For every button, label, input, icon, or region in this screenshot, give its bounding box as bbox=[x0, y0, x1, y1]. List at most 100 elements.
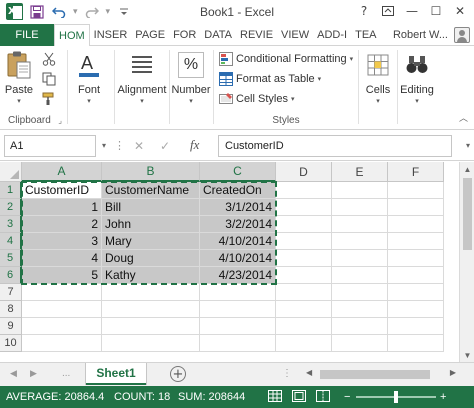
cell-c5[interactable]: 4/10/2014 bbox=[200, 250, 276, 267]
cell-d5[interactable] bbox=[276, 250, 332, 267]
cell-d9[interactable] bbox=[276, 318, 332, 335]
customize-icon[interactable] bbox=[116, 4, 132, 20]
cell-a1[interactable]: CustomerID bbox=[22, 182, 102, 199]
tab-inser[interactable]: INSER bbox=[90, 24, 132, 46]
clipboard-launcher-icon[interactable]: ⌟ bbox=[58, 116, 62, 125]
conditional-formatting-button[interactable]: Conditional Formatting ▾ bbox=[219, 52, 353, 66]
zoom-slider[interactable] bbox=[356, 391, 436, 403]
avatar[interactable] bbox=[454, 27, 470, 43]
cell-f9[interactable] bbox=[388, 318, 444, 335]
font-button[interactable]: A Font ▾ bbox=[74, 50, 104, 105]
cell-e3[interactable] bbox=[332, 216, 388, 233]
tab-tea[interactable]: TEA bbox=[351, 24, 380, 46]
tab-page[interactable]: PAGE bbox=[131, 24, 169, 46]
cell-a4[interactable]: 3 bbox=[22, 233, 102, 250]
horizontal-scrollbar[interactable]: ◀ ▶ bbox=[294, 368, 456, 380]
scroll-left-icon[interactable]: ◀ bbox=[306, 368, 312, 377]
cell-styles-button[interactable]: Cell Styles ▾ bbox=[219, 92, 294, 106]
cell-d6[interactable] bbox=[276, 267, 332, 284]
page-layout-view-icon[interactable] bbox=[292, 390, 306, 405]
redo-icon[interactable] bbox=[84, 4, 100, 20]
cell-c6[interactable]: 4/23/2014 bbox=[200, 267, 276, 284]
undo-dropdown-icon[interactable]: ▾ bbox=[73, 6, 78, 17]
row-header-2[interactable]: 2 bbox=[0, 199, 22, 216]
formula-bar-grip-icon[interactable]: ⋮ bbox=[114, 139, 125, 152]
insert-function-button[interactable]: fx bbox=[190, 137, 199, 153]
cell-a9[interactable] bbox=[22, 318, 102, 335]
column-header-c[interactable]: C bbox=[200, 162, 276, 182]
row-header-6[interactable]: 6 bbox=[0, 267, 22, 284]
collapse-ribbon-icon[interactable]: ︿ bbox=[459, 111, 468, 124]
cell-b1[interactable]: CustomerName bbox=[102, 182, 200, 199]
scroll-up-icon[interactable]: ▲ bbox=[460, 162, 474, 176]
cell-e4[interactable] bbox=[332, 233, 388, 250]
cell-c4[interactable]: 4/10/2014 bbox=[200, 233, 276, 250]
cell-d7[interactable] bbox=[276, 284, 332, 301]
row-header-1[interactable]: 1 bbox=[0, 182, 22, 199]
cell-b8[interactable] bbox=[102, 301, 200, 318]
row-header-9[interactable]: 9 bbox=[0, 318, 22, 335]
cell-f10[interactable] bbox=[388, 335, 444, 352]
row-header-5[interactable]: 5 bbox=[0, 250, 22, 267]
row-header-3[interactable]: 3 bbox=[0, 216, 22, 233]
cell-c7[interactable] bbox=[200, 284, 276, 301]
paste-button[interactable]: Paste ▾ bbox=[4, 50, 34, 105]
user-name[interactable]: Robert W... bbox=[393, 29, 448, 41]
tab-revie[interactable]: REVIE bbox=[236, 24, 277, 46]
number-button[interactable]: % Number ▾ bbox=[170, 50, 212, 105]
tab-view[interactable]: VIEW bbox=[277, 24, 313, 46]
cell-c9[interactable] bbox=[200, 318, 276, 335]
cut-button[interactable] bbox=[42, 52, 56, 69]
editing-button[interactable]: Editing ▾ bbox=[398, 50, 436, 105]
cell-a8[interactable] bbox=[22, 301, 102, 318]
page-break-view-icon[interactable] bbox=[316, 390, 330, 405]
status-average[interactable]: AVERAGE: 20864.4 bbox=[6, 391, 104, 403]
cell-d10[interactable] bbox=[276, 335, 332, 352]
row-header-7[interactable]: 7 bbox=[0, 284, 22, 301]
cell-d1[interactable] bbox=[276, 182, 332, 199]
redo-dropdown-icon[interactable]: ▾ bbox=[106, 6, 111, 17]
normal-view-icon[interactable] bbox=[268, 390, 282, 405]
close-button[interactable]: ✕ bbox=[450, 2, 470, 20]
vertical-scroll-thumb[interactable] bbox=[463, 178, 472, 250]
column-header-e[interactable]: E bbox=[332, 162, 388, 182]
row-header-8[interactable]: 8 bbox=[0, 301, 22, 318]
cell-f3[interactable] bbox=[388, 216, 444, 233]
cell-a5[interactable]: 4 bbox=[22, 250, 102, 267]
column-header-d[interactable]: D bbox=[276, 162, 332, 182]
column-header-a[interactable]: A bbox=[22, 162, 102, 182]
cell-b2[interactable]: Bill bbox=[102, 199, 200, 216]
cell-e10[interactable] bbox=[332, 335, 388, 352]
column-header-b[interactable]: B bbox=[102, 162, 200, 182]
account-area[interactable]: Robert W... bbox=[393, 24, 470, 46]
cell-e8[interactable] bbox=[332, 301, 388, 318]
cell-f1[interactable] bbox=[388, 182, 444, 199]
cell-a7[interactable] bbox=[22, 284, 102, 301]
cells-button[interactable]: Cells ▾ bbox=[360, 50, 396, 105]
scroll-right-icon[interactable]: ▶ bbox=[450, 368, 456, 377]
cell-b4[interactable]: Mary bbox=[102, 233, 200, 250]
row-header-10[interactable]: 10 bbox=[0, 335, 22, 352]
sheet-prev-icon[interactable]: ◀ bbox=[10, 368, 17, 379]
cell-e1[interactable] bbox=[332, 182, 388, 199]
help-button[interactable]: ? bbox=[354, 2, 374, 20]
cell-e5[interactable] bbox=[332, 250, 388, 267]
sheet-more[interactable]: ... bbox=[62, 368, 70, 379]
enter-entry-button[interactable]: ✓ bbox=[156, 137, 174, 155]
cell-e7[interactable] bbox=[332, 284, 388, 301]
cell-e6[interactable] bbox=[332, 267, 388, 284]
cell-e2[interactable] bbox=[332, 199, 388, 216]
cell-d8[interactable] bbox=[276, 301, 332, 318]
vertical-scrollbar[interactable]: ▲ ▼ bbox=[459, 162, 474, 362]
undo-icon[interactable] bbox=[51, 4, 67, 20]
cancel-entry-button[interactable]: ✕ bbox=[130, 137, 148, 155]
save-icon[interactable] bbox=[29, 4, 45, 20]
cell-d3[interactable] bbox=[276, 216, 332, 233]
cell-a10[interactable] bbox=[22, 335, 102, 352]
cell-b7[interactable] bbox=[102, 284, 200, 301]
format-painter-button[interactable] bbox=[42, 92, 56, 109]
tab-hom[interactable]: HOM bbox=[54, 24, 90, 47]
cell-f4[interactable] bbox=[388, 233, 444, 250]
scroll-down-icon[interactable]: ▼ bbox=[460, 348, 474, 362]
horizontal-scroll-thumb[interactable] bbox=[320, 370, 430, 379]
